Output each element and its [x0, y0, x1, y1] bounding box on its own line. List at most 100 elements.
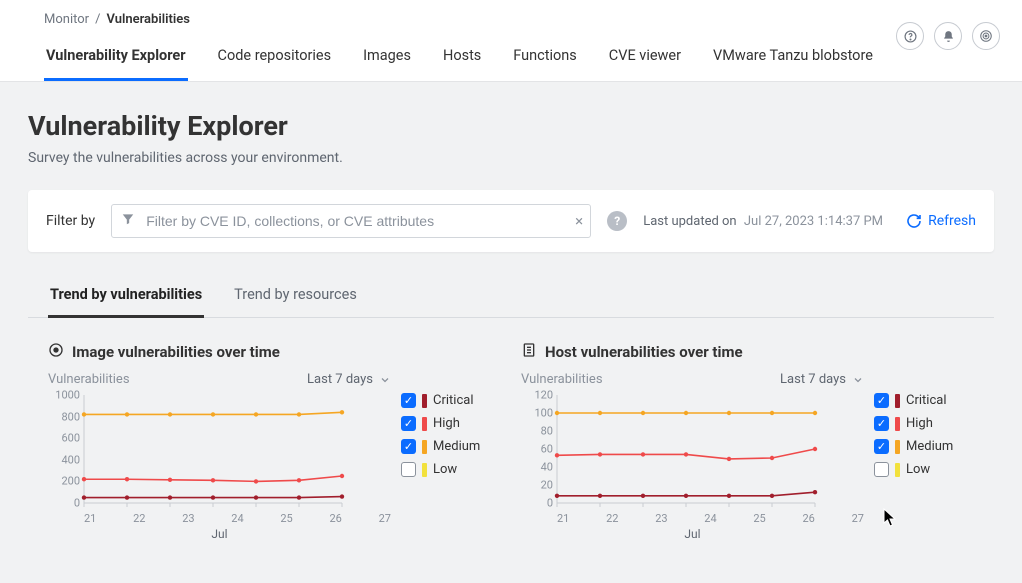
- y-tick: 600: [61, 432, 80, 445]
- clear-filter-icon[interactable]: ×: [575, 212, 583, 230]
- last-updated-time: Jul 27, 2023 1:14:37 PM: [744, 214, 883, 229]
- legend-checkbox[interactable]: [401, 462, 416, 477]
- chart-ylabel: Vulnerabilities: [521, 372, 603, 387]
- legend-swatch: [422, 417, 427, 431]
- legend-checkbox[interactable]: ✓: [874, 439, 889, 454]
- legend-checkbox[interactable]: ✓: [401, 416, 416, 431]
- breadcrumb: Monitor / Vulnerabilities: [24, 0, 998, 31]
- subtab-trend-by-resources[interactable]: Trend by resources: [232, 276, 359, 318]
- x-tick: 24: [704, 512, 716, 525]
- legend-label: Critical: [433, 393, 473, 408]
- filter-input[interactable]: [111, 204, 591, 238]
- chart-legend: ✓ Critical ✓ High ✓ Medium Low: [401, 389, 501, 509]
- main-tabs: Vulnerability Explorer Code repositories I…: [24, 31, 998, 81]
- main-tab-code-repositories[interactable]: Code repositories: [216, 37, 334, 81]
- chart-plot: [521, 389, 821, 509]
- target-icon[interactable]: [972, 22, 1000, 50]
- y-tick: 400: [61, 453, 80, 466]
- legend-item-critical[interactable]: ✓ Critical: [874, 393, 974, 408]
- chevron-down-icon: [379, 374, 391, 386]
- legend-item-medium[interactable]: ✓ Medium: [401, 439, 501, 454]
- legend-swatch: [895, 394, 900, 408]
- last-updated-label: Last updated on Jul 27, 2023 1:14:37 PM: [643, 214, 883, 229]
- y-tick: 60: [541, 443, 553, 456]
- y-tick: 200: [61, 475, 80, 488]
- legend-label: High: [433, 416, 460, 431]
- chart-plot: [48, 389, 348, 509]
- x-tick: 25: [753, 512, 765, 525]
- main-tab-images[interactable]: Images: [361, 37, 413, 81]
- server-icon: [521, 342, 537, 362]
- legend-swatch: [422, 394, 427, 408]
- disc-icon: [48, 342, 64, 362]
- x-tick: 26: [329, 512, 341, 525]
- legend-swatch: [422, 440, 427, 454]
- legend-checkbox[interactable]: ✓: [401, 439, 416, 454]
- y-tick: 20: [541, 479, 553, 492]
- filter-help-icon[interactable]: ?: [607, 211, 627, 231]
- legend-swatch: [895, 417, 900, 431]
- y-tick: 100: [534, 407, 553, 420]
- chart-title: Image vulnerabilities over time: [48, 342, 501, 362]
- legend-item-high[interactable]: ✓ High: [401, 416, 501, 431]
- legend-item-medium[interactable]: ✓ Medium: [874, 439, 974, 454]
- chart-legend: ✓ Critical ✓ High ✓ Medium Low: [874, 389, 974, 509]
- chart-card-host: Host vulnerabilities over time Vulnerabil…: [521, 336, 974, 509]
- funnel-icon: [121, 212, 135, 230]
- y-tick: 0: [547, 497, 553, 510]
- legend-item-low[interactable]: Low: [401, 462, 501, 477]
- main-tab-vmware-tanzu-blobstore[interactable]: VMware Tanzu blobstore: [711, 37, 875, 81]
- breadcrumb-parent[interactable]: Monitor: [44, 12, 89, 27]
- refresh-button[interactable]: Refresh: [906, 213, 976, 229]
- x-tick: 27: [379, 512, 391, 525]
- mouse-cursor: [883, 508, 899, 528]
- x-tick: 22: [133, 512, 145, 525]
- x-tick: 21: [84, 512, 96, 525]
- legend-item-low[interactable]: Low: [874, 462, 974, 477]
- page-title: Vulnerability Explorer: [28, 110, 994, 142]
- chart-card-image: Image vulnerabilities over time Vulnerabi…: [48, 336, 501, 509]
- y-tick: 120: [534, 389, 553, 402]
- refresh-icon: [906, 213, 922, 229]
- legend-checkbox[interactable]: ✓: [874, 416, 889, 431]
- legend-label: Medium: [906, 439, 953, 454]
- x-month-label: Jul: [211, 527, 227, 541]
- legend-swatch: [895, 463, 900, 477]
- main-tab-vulnerability-explorer[interactable]: Vulnerability Explorer: [44, 37, 188, 81]
- x-tick: 25: [280, 512, 292, 525]
- legend-checkbox[interactable]: [874, 462, 889, 477]
- time-range-dropdown[interactable]: Last 7 days: [780, 372, 864, 387]
- help-icon[interactable]: [896, 22, 924, 50]
- bell-icon[interactable]: [934, 22, 962, 50]
- time-range-dropdown[interactable]: Last 7 days: [307, 372, 391, 387]
- subtabs: Trend by vulnerabilities Trend by resourc…: [28, 276, 994, 318]
- x-tick: 22: [606, 512, 618, 525]
- x-month-label: Jul: [684, 527, 700, 541]
- legend-swatch: [895, 440, 900, 454]
- x-tick: 23: [655, 512, 667, 525]
- legend-label: Low: [433, 462, 457, 477]
- x-tick: 26: [802, 512, 814, 525]
- x-tick: 23: [182, 512, 194, 525]
- y-tick: 0: [74, 497, 80, 510]
- y-tick: 80: [541, 425, 553, 438]
- legend-label: Critical: [906, 393, 946, 408]
- legend-label: High: [906, 416, 933, 431]
- legend-item-high[interactable]: ✓ High: [874, 416, 974, 431]
- subtab-trend-by-vulnerabilities[interactable]: Trend by vulnerabilities: [48, 276, 204, 318]
- x-tick: 27: [852, 512, 864, 525]
- page-subtitle: Survey the vulnerabilities across your e…: [28, 150, 994, 166]
- filter-card: Filter by × ? Last updated on Jul 27, 20…: [28, 190, 994, 252]
- legend-label: Low: [906, 462, 930, 477]
- legend-item-critical[interactable]: ✓ Critical: [401, 393, 501, 408]
- chart-title: Host vulnerabilities over time: [521, 342, 974, 362]
- legend-checkbox[interactable]: ✓: [874, 393, 889, 408]
- legend-label: Medium: [433, 439, 480, 454]
- main-tab-cve-viewer[interactable]: CVE viewer: [607, 37, 683, 81]
- main-tab-functions[interactable]: Functions: [511, 37, 578, 81]
- legend-checkbox[interactable]: ✓: [401, 393, 416, 408]
- main-tab-hosts[interactable]: Hosts: [441, 37, 483, 81]
- x-tick: 24: [231, 512, 243, 525]
- x-tick: 21: [557, 512, 569, 525]
- chart-ylabel: Vulnerabilities: [48, 372, 130, 387]
